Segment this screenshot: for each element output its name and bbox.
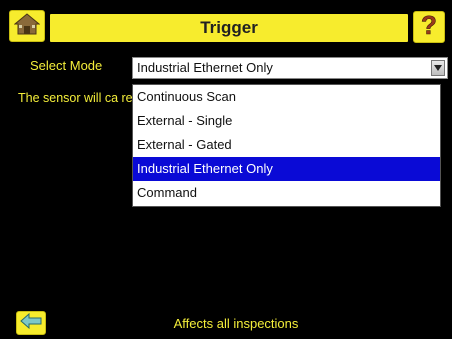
dropdown-option[interactable]: Continuous Scan	[133, 85, 440, 109]
dropdown-option[interactable]: External - Gated	[133, 133, 440, 157]
dropdown-option[interactable]: External - Single	[133, 109, 440, 133]
mode-select[interactable]: Industrial Ethernet Only	[132, 57, 448, 79]
mode-select-value: Industrial Ethernet Only	[137, 60, 273, 75]
chevron-down-icon[interactable]	[431, 60, 445, 76]
description-text: The sensor will ca received through I	[18, 91, 136, 105]
home-icon	[13, 12, 41, 40]
question-mark-icon: ?	[418, 9, 440, 43]
dropdown-option-selected[interactable]: Industrial Ethernet Only	[133, 157, 440, 181]
dropdown-option[interactable]: Command	[133, 181, 440, 205]
help-button[interactable]: ?	[413, 9, 445, 43]
footer-note: Affects all inspections	[173, 316, 299, 331]
select-mode-label: Select Mode	[30, 58, 103, 73]
svg-text:?: ?	[421, 12, 437, 38]
mode-dropdown-list: Continuous Scan External - Single Extern…	[132, 84, 441, 207]
home-button[interactable]	[9, 10, 45, 42]
title-bar: Trigger ?	[0, 0, 452, 50]
page-title: Trigger	[200, 18, 258, 37]
